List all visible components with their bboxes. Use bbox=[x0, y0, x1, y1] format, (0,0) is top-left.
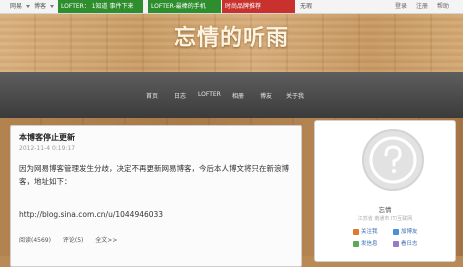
post-meta: 阅读(4569) 评论(5) 全文>> bbox=[19, 235, 127, 244]
nav-album[interactable]: 相册 bbox=[232, 91, 244, 100]
add-friend-icon bbox=[393, 228, 399, 235]
promo-banner-red[interactable]: 时尚品牌推荐 bbox=[222, 0, 295, 13]
message-button[interactable]: 发信息 bbox=[353, 239, 378, 247]
nav-lofter[interactable]: LOFTER bbox=[198, 91, 221, 98]
chevron-down-icon[interactable] bbox=[26, 5, 30, 8]
add-friend-button[interactable]: 加博友 bbox=[393, 227, 418, 235]
nav-blog-posts[interactable]: 日志 bbox=[174, 91, 186, 100]
lofter-promo-banner-2[interactable]: LOFTER-最棒的手机 bbox=[148, 0, 221, 13]
default-avatar-icon bbox=[369, 136, 417, 184]
post-title[interactable]: 本博客停止更新 bbox=[19, 132, 75, 143]
lofter-promo-banner-1[interactable]: LOFTER： 1知道 事件下来 bbox=[58, 0, 143, 13]
site-title[interactable]: 忘情的听雨 bbox=[0, 20, 463, 52]
nav-about[interactable]: 关于我 bbox=[286, 91, 304, 100]
post-date: 2012-11-4 0:19:17 bbox=[19, 145, 76, 152]
login-link[interactable]: 登录 bbox=[395, 3, 407, 10]
view-posts-button[interactable]: 看日志 bbox=[393, 239, 418, 247]
blog-post-card: 本博客停止更新 2012-11-4 0:19:17 因为网易博客管理发生分歧，决… bbox=[10, 125, 302, 267]
comment-count-link[interactable]: 评论(5) bbox=[63, 237, 84, 244]
blog-nav: 首页 日志 LOFTER 相册 博友 关于我 bbox=[0, 72, 463, 118]
nav-friends[interactable]: 博友 bbox=[260, 91, 272, 100]
avatar[interactable] bbox=[362, 129, 424, 191]
blog-menu-link[interactable]: 博客 bbox=[34, 3, 46, 10]
profile-name[interactable]: 忘情 bbox=[315, 204, 455, 214]
profile-sidebar: 忘情 江苏省 南通市 IT/互联网 关注我 加博友 发信息 看日志 bbox=[314, 120, 456, 262]
help-link[interactable]: 帮助 bbox=[437, 3, 449, 10]
top-navigation-bar: 网易 博客 LOFTER： 1知道 事件下来 LOFTER-最棒的手机 时尚品牌… bbox=[0, 0, 463, 14]
message-icon bbox=[353, 240, 359, 247]
blog-header: 忘情的听雨 bbox=[0, 14, 463, 72]
posts-icon bbox=[393, 240, 399, 247]
home-link[interactable]: 网易 bbox=[10, 3, 22, 10]
follow-button[interactable]: 关注我 bbox=[353, 227, 378, 235]
chevron-down-icon[interactable] bbox=[50, 5, 54, 8]
topbar-label[interactable]: 无瑕 bbox=[300, 3, 312, 10]
post-body: 因为网易博客管理发生分歧，决定不再更新网易博客，今后本人博文将只在新浪博客，地址… bbox=[19, 164, 289, 186]
profile-location: 江苏省 南通市 IT/互联网 bbox=[357, 216, 413, 222]
register-link[interactable]: 注册 bbox=[416, 3, 428, 10]
read-full-link[interactable]: 全文>> bbox=[95, 237, 117, 244]
read-count-link[interactable]: 阅读(4569) bbox=[19, 237, 51, 244]
nav-home[interactable]: 首页 bbox=[146, 91, 158, 100]
post-url-text: http://blog.sina.com.cn/u/1044946033 bbox=[19, 210, 164, 219]
follow-icon bbox=[353, 228, 359, 235]
